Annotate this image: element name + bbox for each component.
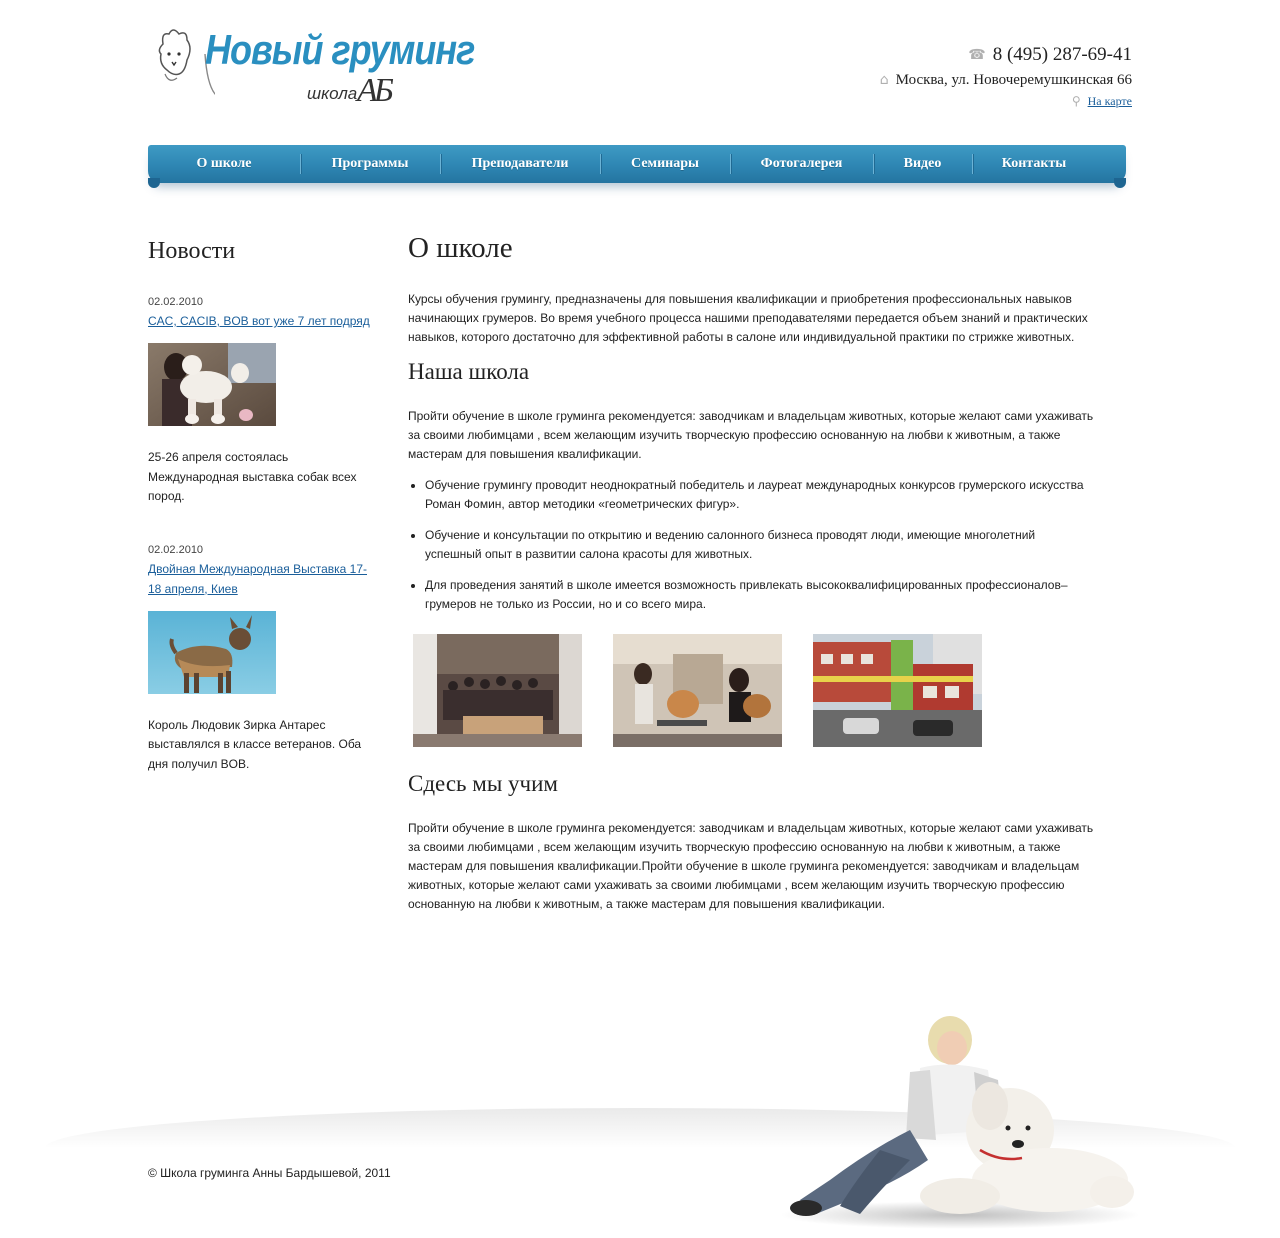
- page-title: О школе: [408, 232, 513, 264]
- nav-item-seminars[interactable]: Семинары: [600, 145, 730, 183]
- gallery-photo-group[interactable]: [413, 634, 582, 747]
- news-title-link[interactable]: Двойная Международная Выставка 17-18 апр…: [148, 562, 367, 596]
- site-logo[interactable]: Новый груминг школа АБ: [155, 24, 475, 116]
- news-item: 02.02.2010 Двойная Международная Выставк…: [148, 542, 378, 775]
- news-date: 02.02.2010: [148, 543, 204, 556]
- nav-item-gallery[interactable]: Фотогалерея: [730, 145, 873, 183]
- school-paragraph: Пройти обучение в школе груминга рекомен…: [408, 409, 1094, 461]
- news-text: 25-26 апреля состоялась Международная вы…: [148, 450, 357, 503]
- news-item: 02.02.2010 CAC, CACIB, BOB вот уже 7 лет…: [148, 294, 378, 507]
- phone-icon: ☎: [968, 47, 986, 63]
- list-item: Обучение грумингу проводит неоднократный…: [425, 476, 1095, 514]
- gallery-photo-salon[interactable]: [613, 634, 782, 747]
- nav-item-contacts[interactable]: Контакты: [972, 145, 1096, 183]
- footer-copyright: © Школа груминга Анны Бардышевой, 2011: [148, 1166, 391, 1180]
- news-image-poodle[interactable]: [148, 343, 276, 426]
- nav-item-video[interactable]: Видео: [873, 145, 972, 183]
- header-contacts: ☎ 8 (495) 287-69-41 ⌂ Москва, ул. Новоче…: [880, 42, 1132, 110]
- teach-paragraph: Пройти обучение в школе груминга рекомен…: [408, 821, 1094, 911]
- nav-item-teachers[interactable]: Преподаватели: [440, 145, 600, 183]
- list-item: Для проведения занятий в школе имеется в…: [425, 576, 1095, 614]
- school-features-list: Обучение грумингу проводит неоднократный…: [408, 476, 1108, 614]
- photo-gallery-row: [413, 634, 1108, 747]
- phone-number: 8 (495) 287-69-41: [992, 44, 1132, 65]
- news-sidebar: Новости 02.02.2010 CAC, CACIB, BOB вот у…: [148, 236, 378, 774]
- section-heading-school: Наша школа: [408, 359, 530, 384]
- nav-item-programs[interactable]: Программы: [300, 145, 440, 183]
- intro-paragraph: Курсы обучения грумингу, предназначены д…: [408, 292, 1088, 344]
- map-pin-icon: ⚲: [1071, 94, 1081, 108]
- logo-subtitle: школа: [307, 84, 358, 103]
- map-link[interactable]: На карте: [1088, 94, 1132, 109]
- main-navigation: О школе Программы Преподаватели Семинары…: [148, 145, 1126, 188]
- news-text: Король Людовик Зирка Антарес выставлялся…: [148, 717, 362, 771]
- news-image-yorkie[interactable]: [148, 610, 276, 694]
- home-icon: ⌂: [879, 72, 889, 88]
- news-date: 02.02.2010: [148, 296, 204, 308]
- main-content: О школе Курсы обучения грумингу, предназ…: [408, 230, 1108, 928]
- logo-monogram: АБ: [357, 72, 394, 109]
- gallery-photo-building[interactable]: [813, 634, 982, 747]
- logo-title: Новый груминг: [205, 26, 475, 74]
- news-heading: Новости: [148, 238, 236, 264]
- nav-item-about[interactable]: О школе: [148, 145, 300, 183]
- news-title-link[interactable]: CAC, CACIB, BOB вот уже 7 лет подряд: [148, 314, 370, 328]
- list-item: Обучение и консультации по открытию и ве…: [425, 526, 1095, 564]
- address-text: Москва, ул. Новочеремушкинская 66: [895, 71, 1132, 88]
- footer-image-woman-with-poodle: [760, 1010, 1140, 1230]
- section-heading-teach: Сдесь мы учим: [408, 771, 558, 796]
